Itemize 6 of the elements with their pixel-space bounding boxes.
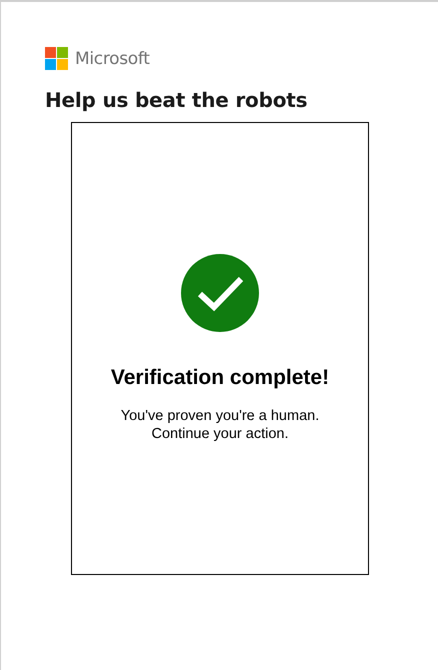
- logo-icon: [45, 47, 69, 71]
- verification-title: Verification complete!: [110, 366, 330, 390]
- page-heading: Help us beat the robots: [45, 88, 308, 112]
- brand-name: Microsoft: [75, 49, 150, 69]
- verification-message: Continue your action.: [151, 425, 289, 443]
- verification-message: You've proven you're a human.: [120, 407, 320, 425]
